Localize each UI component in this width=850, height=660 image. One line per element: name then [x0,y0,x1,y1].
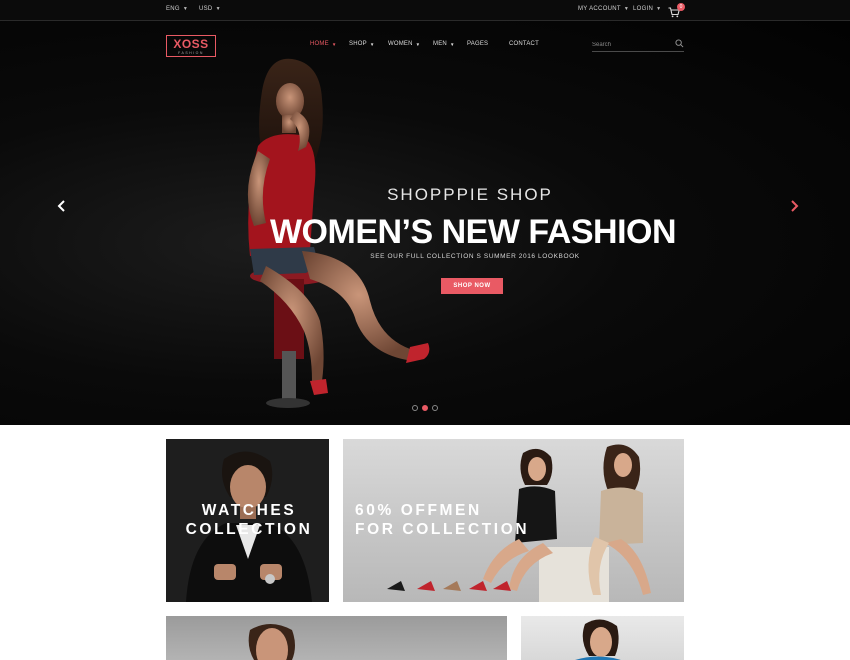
top-bar: ENG ▼ USD ▼ MY ACCOUNT ▼ LOGIN ▼ 0 [0,0,850,21]
slider-dot[interactable] [412,405,418,411]
chevron-down-icon: ▼ [623,6,630,12]
nav-item-women[interactable]: WOMEN ▼ [388,41,420,47]
chevron-down-icon: ▼ [449,41,455,47]
chevron-down-icon: ▼ [182,6,189,12]
language-selector[interactable]: ENG ▼ [166,6,188,12]
woman-portrait-image [248,624,295,660]
nav-item-label: HOME [310,41,329,47]
offer-collection-banner[interactable]: 60% OFFMEN FOR COLLECTION [343,439,684,602]
chevron-down-icon: ▼ [215,6,221,12]
watches-banner-text: WATCHES COLLECTION [184,501,314,539]
cart-button[interactable]: 0 [668,3,685,18]
promo-banner-bottom-left[interactable] [166,616,507,660]
offer-banner-text: 60% OFFMEN FOR COLLECTION [355,501,555,539]
logo[interactable]: XOSS FASHION [166,35,216,57]
nav-item-shop[interactable]: SHOP ▼ [349,41,374,47]
chevron-down-icon: ▼ [369,41,375,47]
currency-label: USD [199,6,213,12]
chevron-down-icon: ▼ [331,41,337,47]
offer-banner-line1: 60% OFFMEN [355,502,482,519]
main-navigation: XOSS FASHION HOME ▼ SHOP ▼ WOMEN ▼ MEN ▼… [0,21,850,71]
slider-dot[interactable] [432,405,438,411]
my-account-label: MY ACCOUNT [578,6,621,12]
woman-model-image [575,619,622,660]
search-input[interactable] [592,40,672,50]
nav-item-label: MEN [433,41,447,47]
previous-slide-arrow-icon[interactable] [55,197,69,215]
login-label: LOGIN [633,6,654,12]
login-menu[interactable]: LOGIN ▼ [633,6,661,12]
promo-banner-bottom-right[interactable] [521,616,684,660]
watches-banner-line1: WATCHES [201,502,297,519]
chevron-down-icon: ▼ [415,41,421,47]
nav-item-label: SHOP [349,41,367,47]
slider-dot-active[interactable] [422,405,428,411]
nav-item-label: PAGES [467,41,489,47]
nav-item-men[interactable]: MEN ▼ [433,41,455,47]
currency-selector[interactable]: USD ▼ [199,6,221,12]
cart-count-badge: 0 [677,3,685,11]
nav-item-contact[interactable]: CONTACT [509,41,539,47]
watches-collection-banner[interactable]: WATCHES COLLECTION [166,439,329,602]
nav-item-pages[interactable]: PAGES [467,41,488,47]
nav-item-home[interactable]: HOME ▼ [310,41,336,47]
nav-item-label: WOMEN [388,41,413,47]
hero-subtitle: SHOPPPIE SHOP [387,185,553,204]
nav-item-label: CONTACT [509,41,539,47]
logo-text: XOSS [173,37,209,51]
my-account-menu[interactable]: MY ACCOUNT ▼ [578,6,629,12]
search-icon[interactable] [675,39,684,48]
chevron-down-icon: ▼ [656,6,662,12]
search-box [592,38,684,52]
next-slide-arrow-icon[interactable] [787,197,801,215]
hero-title: WOMEN’S NEW FASHION [269,213,677,251]
hero-slider: XOSS FASHION HOME ▼ SHOP ▼ WOMEN ▼ MEN ▼… [0,21,850,425]
shop-now-button[interactable]: SHOP NOW [441,278,503,294]
slider-pagination [412,405,438,411]
hero-description: SEE OUR FULL COLLECTION S SUMMER 2016 LO… [370,253,580,260]
logo-tagline: FASHION [178,51,204,55]
offer-banner-line2: FOR COLLECTION [355,521,530,538]
watches-banner-line2: COLLECTION [185,521,313,538]
language-label: ENG [166,6,180,12]
